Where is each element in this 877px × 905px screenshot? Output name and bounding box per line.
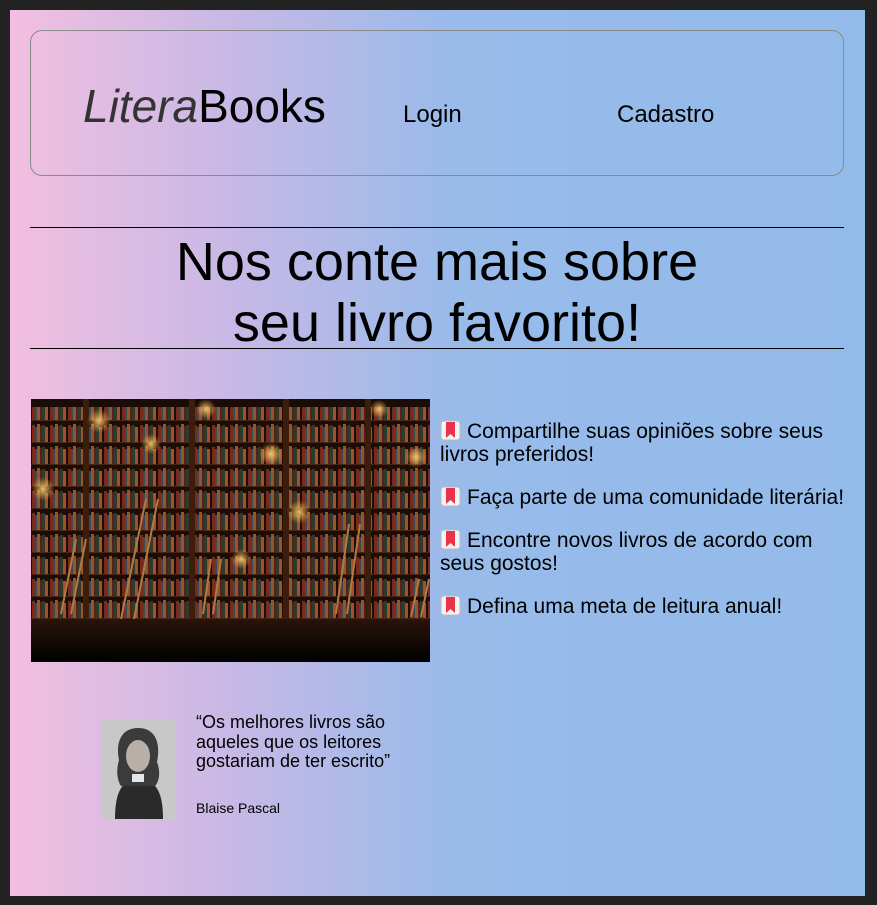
benefit-text: Compartilhe suas opiniões sobre seus liv…	[440, 420, 824, 466]
bookmark-icon	[440, 486, 461, 507]
nav-login-link[interactable]: Login	[403, 101, 462, 129]
logo-light-text: Litera	[83, 80, 199, 132]
benefit-text: Faça parte de uma comunidade literária!	[467, 486, 845, 509]
benefits-list: Compartilhe suas opiniões sobre seus liv…	[440, 420, 860, 638]
bookmark-icon	[440, 529, 461, 550]
title-line-2: seu livro favorito!	[232, 293, 642, 353]
page-frame: LiteraBooks Login Cadastro Nos conte mai…	[10, 10, 865, 896]
author-portrait	[101, 720, 176, 819]
benefit-item: Encontre novos livros de acordo com seus…	[440, 529, 860, 575]
benefit-item: Compartilhe suas opiniões sobre seus liv…	[440, 420, 860, 466]
logo-bold-text: Books	[198, 80, 326, 132]
library-image	[31, 399, 430, 662]
benefit-text: Defina uma meta de leitura anual!	[467, 595, 783, 618]
benefit-item: Faça parte de uma comunidade literária!	[440, 486, 860, 509]
site-header: LiteraBooks Login Cadastro	[30, 30, 844, 176]
quote-text: “Os melhores livros são aqueles que os l…	[196, 712, 391, 771]
site-logo[interactable]: LiteraBooks	[83, 83, 326, 129]
page-title: Nos conte mais sobre seu livro favorito!	[30, 228, 844, 354]
benefit-text: Encontre novos livros de acordo com seus…	[440, 529, 813, 575]
quote-author: Blaise Pascal	[196, 800, 281, 816]
title-line-1: Nos conte mais sobre	[175, 232, 699, 292]
hero-title-section: Nos conte mais sobre seu livro favorito!	[30, 227, 844, 353]
bookmark-icon	[440, 595, 461, 616]
benefit-item: Defina uma meta de leitura anual!	[440, 595, 860, 618]
nav-cadastro-link[interactable]: Cadastro	[617, 101, 714, 129]
bookmark-icon	[440, 420, 461, 441]
